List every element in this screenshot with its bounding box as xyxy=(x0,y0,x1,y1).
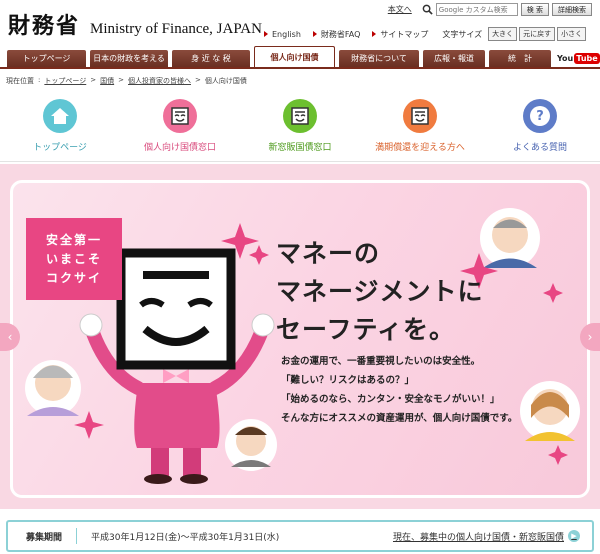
search-input[interactable] xyxy=(435,3,518,16)
utility-links: English 財務省FAQ サイトマップ 文字サイズ 大きく 元に戻す 小さく xyxy=(264,27,587,41)
chevron-right-icon: › xyxy=(587,330,593,344)
period-divider xyxy=(76,528,78,544)
font-larger-button[interactable]: 大きく xyxy=(488,27,518,41)
arrow-right-icon xyxy=(372,31,377,37)
breadcrumb-item-current: 個人向け国債 xyxy=(204,77,247,85)
icon-nav: トップページ 個人向け国債窓口 新窓販国債窓口 満期償還を迎える方へ ? よくあ… xyxy=(0,94,600,162)
carousel-next-button[interactable]: › xyxy=(580,323,600,351)
tab-about-mof[interactable]: 財務省について xyxy=(339,50,419,67)
youtube-logo-badge: Tube xyxy=(574,52,600,64)
global-nav: トップページ 日本の財政を考える 身 近 な 税 個人向け国債 財務省について … xyxy=(7,46,555,67)
icon-nav-jgb-window[interactable]: 個人向け国債窓口 xyxy=(120,94,240,162)
character-face-icon xyxy=(403,99,437,133)
logo-english: Ministry of Finance, JAPAN xyxy=(90,21,262,37)
current-offering-link[interactable]: 現在、募集中の個人向け国債・新窓販国債 ▶ xyxy=(393,530,580,543)
skip-to-content-link[interactable]: 本文へ xyxy=(388,4,412,15)
hero-headline: マネーの マネージメントに セーフティを。 xyxy=(276,239,484,344)
icon-nav-new-jgb-window[interactable]: 新窓販国債窓口 xyxy=(240,94,360,162)
youtube-link[interactable]: You Tube xyxy=(557,50,600,66)
youtube-logo-text: You xyxy=(557,53,574,63)
faq-link[interactable]: 財務省FAQ xyxy=(312,29,360,40)
arrow-right-icon: ▶ xyxy=(568,530,580,542)
font-smaller-button[interactable]: 小さく xyxy=(557,27,587,41)
question-icon: ? xyxy=(523,99,557,133)
icon-nav-faq[interactable]: ? よくある質問 xyxy=(480,94,600,162)
site-logo[interactable]: 財務省 Ministry of Finance, JAPAN xyxy=(8,8,262,40)
font-reset-button[interactable]: 元に戻す xyxy=(519,27,556,41)
tab-japan-finance[interactable]: 日本の財政を考える xyxy=(90,50,168,67)
breadcrumb: 現在位置: トップページ > 国債 > 個人投資家の皆様へ > 個人向け国債 xyxy=(6,76,247,86)
search-icon xyxy=(422,4,433,15)
home-icon xyxy=(43,99,77,133)
tab-press[interactable]: 広報・報道 xyxy=(423,50,485,67)
arrow-right-icon xyxy=(312,31,317,37)
nav-divider xyxy=(0,67,600,69)
period-label: 募集期間 xyxy=(26,532,63,543)
sitemap-link[interactable]: サイトマップ xyxy=(372,29,428,40)
character-face-icon xyxy=(163,99,197,133)
hero-body-copy: お金の運用で、一番重要視したいのは安全性。 「難しい？リスクはあるの？」 「始め… xyxy=(281,356,518,424)
hero-badge: 安全第一 いまこそ コクサイ xyxy=(26,218,122,300)
logo-japanese: 財務省 xyxy=(8,13,81,39)
period-dates: 平成30年1月12日(金)〜平成30年1月31日(水) xyxy=(91,532,280,543)
breadcrumb-item-investors[interactable]: 個人投資家の皆様へ xyxy=(128,76,191,86)
icon-nav-maturity[interactable]: 満期償還を迎える方へ xyxy=(360,94,480,162)
breadcrumb-item-jgb[interactable]: 国債 xyxy=(100,76,114,86)
advanced-search-button[interactable]: 詳細検索 xyxy=(552,3,592,16)
font-size-label: 文字サイズ xyxy=(442,29,483,39)
character-face-icon xyxy=(283,99,317,133)
arrow-right-icon xyxy=(264,31,268,37)
utility-top: 本文へ 検 索 詳細検索 xyxy=(388,3,592,16)
tab-top-page[interactable]: トップページ xyxy=(7,50,86,67)
search-button[interactable]: 検 索 xyxy=(520,3,549,16)
tab-jgb-individual[interactable]: 個人向け国債 xyxy=(254,46,335,67)
english-link[interactable]: English xyxy=(264,30,301,39)
icon-nav-top[interactable]: トップページ xyxy=(0,94,120,162)
breadcrumb-label: 現在位置 xyxy=(6,77,34,85)
tab-statistics[interactable]: 統 計 xyxy=(489,50,551,67)
tab-taxes[interactable]: 身 近 な 税 xyxy=(172,50,250,67)
breadcrumb-item-top[interactable]: トップページ xyxy=(44,76,86,86)
chevron-left-icon: ‹ xyxy=(7,330,13,344)
offering-period-bar: 募集期間 平成30年1月12日(金)〜平成30年1月31日(水) 現在、募集中の… xyxy=(6,520,594,552)
